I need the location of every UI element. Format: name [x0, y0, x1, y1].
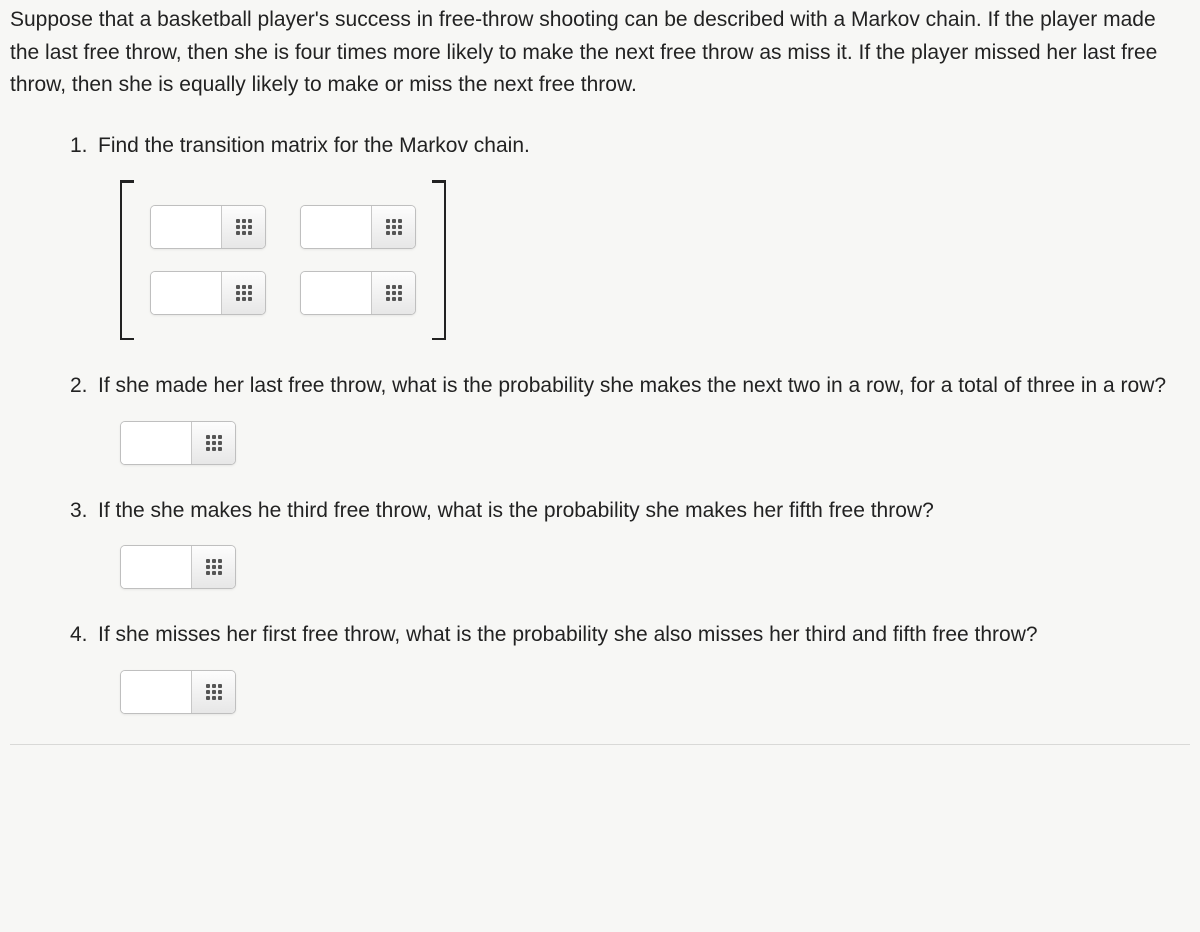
question-1: 1. Find the transition matrix for the Ma… — [98, 130, 1190, 341]
answer-q3 — [120, 545, 236, 589]
matrix-input-0-1[interactable] — [301, 206, 371, 248]
question-number: 2. — [70, 370, 88, 403]
question-2: 2. If she made her last free throw, what… — [98, 370, 1190, 465]
question-3: 3. If the she makes he third free throw,… — [98, 495, 1190, 590]
keypad-icon — [206, 435, 222, 451]
keypad-icon — [206, 684, 222, 700]
question-number: 4. — [70, 619, 88, 652]
keypad-button[interactable] — [221, 206, 265, 248]
transition-matrix — [98, 180, 1190, 340]
keypad-button[interactable] — [191, 546, 235, 588]
answer-q2 — [120, 421, 236, 465]
keypad-button[interactable] — [191, 671, 235, 713]
question-text: If she misses her first free throw, what… — [98, 619, 1190, 652]
answer-input-q4[interactable] — [121, 671, 191, 713]
question-number: 1. — [70, 130, 88, 163]
question-number: 3. — [70, 495, 88, 528]
keypad-button[interactable] — [371, 206, 415, 248]
keypad-icon — [236, 285, 252, 301]
question-text: If the she makes he third free throw, wh… — [98, 495, 1190, 528]
question-text: Find the transition matrix for the Marko… — [98, 130, 1190, 163]
question-page: Suppose that a basketball player's succe… — [0, 0, 1200, 765]
matrix-input-0-0[interactable] — [151, 206, 221, 248]
bracket-right — [432, 180, 446, 340]
keypad-icon — [206, 559, 222, 575]
matrix-cell-0-1 — [300, 205, 416, 249]
keypad-icon — [386, 219, 402, 235]
matrix-cell-1-0 — [150, 271, 266, 315]
problem-intro: Suppose that a basketball player's succe… — [10, 4, 1190, 102]
matrix-cell-0-0 — [150, 205, 266, 249]
answer-input-q2[interactable] — [121, 422, 191, 464]
answer-input-q3[interactable] — [121, 546, 191, 588]
keypad-icon — [386, 285, 402, 301]
bracket-left — [120, 180, 134, 340]
keypad-button[interactable] — [371, 272, 415, 314]
answer-q4 — [120, 670, 236, 714]
matrix-cells — [134, 180, 432, 340]
keypad-icon — [236, 219, 252, 235]
divider — [10, 744, 1190, 745]
keypad-button[interactable] — [221, 272, 265, 314]
question-list: 1. Find the transition matrix for the Ma… — [10, 130, 1190, 714]
matrix-cell-1-1 — [300, 271, 416, 315]
question-text: If she made her last free throw, what is… — [98, 370, 1190, 403]
keypad-button[interactable] — [191, 422, 235, 464]
matrix-input-1-1[interactable] — [301, 272, 371, 314]
question-4: 4. If she misses her first free throw, w… — [98, 619, 1190, 714]
matrix-input-1-0[interactable] — [151, 272, 221, 314]
